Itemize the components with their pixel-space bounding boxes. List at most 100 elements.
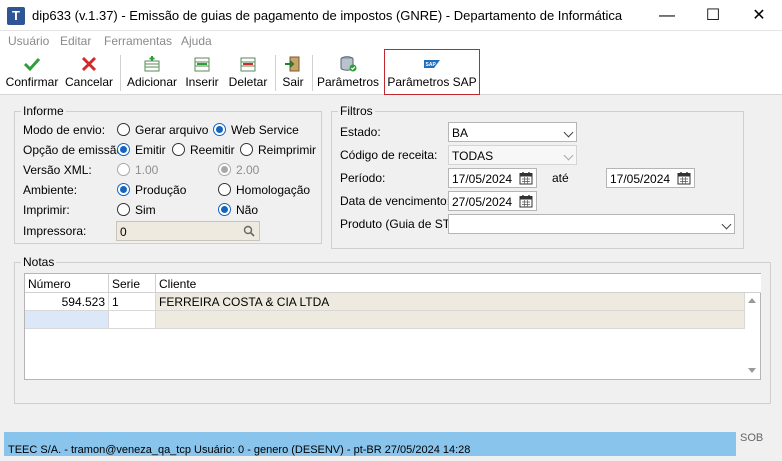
periodo-to-value: 17/05/2024 [610,172,671,186]
parametros-button[interactable]: Parâmetros [316,51,380,95]
vencimento-value: 27/05/2024 [452,195,513,209]
cell-numero-new[interactable] [25,311,109,329]
status-sob: SOB [740,432,764,444]
notas-title: Notas [21,255,57,269]
cell-serie-new[interactable] [109,311,156,329]
reimprimir-label[interactable]: Reimprimir [258,143,316,157]
scroll-down-icon[interactable] [747,367,757,375]
calendar-icon[interactable] [519,194,533,208]
deletar-button[interactable]: Deletar [226,51,270,95]
deletar-label: Deletar [228,75,268,89]
window-title: dip633 (v.1.37) - Emissão de guias de pa… [32,8,623,23]
toolbar-separator [275,55,276,91]
cell-serie[interactable]: 1 [109,293,156,311]
confirmar-button[interactable]: Confirmar [4,51,60,95]
calendar-icon[interactable] [519,171,533,185]
column-header-numero[interactable]: Número [25,274,109,293]
adicionar-button[interactable]: Adicionar [125,51,179,95]
sap-button-highlight [384,49,480,95]
radio-sim[interactable] [117,203,130,216]
xml-200-label: 2.00 [236,163,260,177]
app-icon: T [7,7,25,25]
reemitir-label[interactable]: Reemitir [190,143,235,157]
estado-select[interactable]: BA [448,122,577,142]
codigo-receita-label: Código de receita: [340,148,438,162]
estado-value: BA [452,126,469,140]
inserir-label: Inserir [185,75,219,89]
producao-label[interactable]: Produção [135,183,186,197]
radio-producao[interactable] [117,183,130,196]
codigo-receita-select[interactable]: TODAS [448,145,577,165]
ate-label: até [552,171,569,185]
confirmar-label: Confirmar [5,75,59,89]
notas-table[interactable]: Número Serie Cliente 594.523 1 FERREIRA … [24,273,761,380]
add-row-icon [144,56,160,72]
periodo-from-value: 17/05/2024 [452,172,513,186]
radio-xml-100[interactable] [117,163,130,176]
xml-100-label: 1.00 [135,163,159,177]
insert-row-icon [194,57,210,72]
cancelar-button[interactable]: Cancelar [62,51,116,95]
radio-reimprimir[interactable] [240,143,253,156]
cell-cliente[interactable]: FERREIRA COSTA & CIA LTDA [156,293,745,311]
radio-homologacao[interactable] [218,183,231,196]
exit-door-icon [285,56,300,72]
menu-usuario[interactable]: Usuário [8,34,49,48]
chevron-down-icon [721,219,732,230]
web-service-label[interactable]: Web Service [231,123,299,137]
filtros-title: Filtros [338,104,375,118]
modo-envio-label: Modo de envio: [23,123,106,137]
cell-numero[interactable]: 594.523 [25,293,109,311]
column-header-serie[interactable]: Serie [109,274,156,293]
cell-cliente-new[interactable] [156,311,745,329]
radio-xml-200[interactable] [218,163,231,176]
homologacao-label[interactable]: Homologação [236,183,310,197]
close-button[interactable]: ✕ [736,0,782,31]
informe-title: Informe [21,104,66,118]
menu-editar[interactable]: Editar [60,34,91,48]
radio-emitir[interactable] [117,143,130,156]
radio-gerar-arquivo[interactable] [117,123,130,136]
sim-label[interactable]: Sim [135,203,156,217]
periodo-to-input[interactable]: 17/05/2024 [606,168,695,188]
chevron-down-icon [563,150,574,161]
periodo-from-input[interactable]: 17/05/2024 [448,168,537,188]
produto-label: Produto (Guia de ST): [340,217,458,231]
vencimento-label: Data de vencimento: [340,194,451,208]
adicionar-label: Adicionar [126,75,178,89]
column-header-cliente[interactable]: Cliente [156,274,761,293]
delete-row-icon [240,57,256,72]
check-icon [23,57,41,72]
menu-bar: Usuário Editar Ferramentas Ajuda [0,31,782,51]
radio-reemitir[interactable] [172,143,185,156]
impressora-value: 0 [120,225,127,239]
sair-button[interactable]: Sair [279,51,307,95]
imprimir-label: Imprimir: [23,203,70,217]
impressora-input[interactable]: 0 [116,221,260,241]
scroll-up-icon[interactable] [747,296,757,304]
estado-label: Estado: [340,125,381,139]
nao-label[interactable]: Não [236,203,258,217]
parametros-label: Parâmetros [316,75,380,89]
minimize-button[interactable]: — [644,0,690,31]
codigo-receita-value: TODAS [452,149,494,163]
vencimento-input[interactable]: 27/05/2024 [448,191,537,211]
ambiente-label: Ambiente: [23,183,78,197]
radio-nao[interactable] [218,203,231,216]
gerar-arquivo-label[interactable]: Gerar arquivo [135,123,208,137]
radio-web-service[interactable] [213,123,226,136]
versao-xml-label: Versão XML: [23,163,92,177]
produto-select[interactable] [448,214,735,234]
status-text: TEEC S/A. - tramon@veneza_qa_tcp Usuário… [8,444,471,456]
menu-ajuda[interactable]: Ajuda [181,34,212,48]
menu-ferramentas[interactable]: Ferramentas [104,34,172,48]
calendar-icon[interactable] [677,171,691,185]
emitir-label[interactable]: Emitir [135,143,166,157]
impressora-label: Impressora: [23,224,87,238]
periodo-label: Período: [340,171,386,185]
title-bar: T dip633 (v.1.37) - Emissão de guias de … [0,0,782,31]
maximize-button[interactable]: ☐ [690,0,736,31]
inserir-button[interactable]: Inserir [182,51,222,95]
search-icon[interactable] [243,225,255,237]
chevron-down-icon [563,127,574,138]
